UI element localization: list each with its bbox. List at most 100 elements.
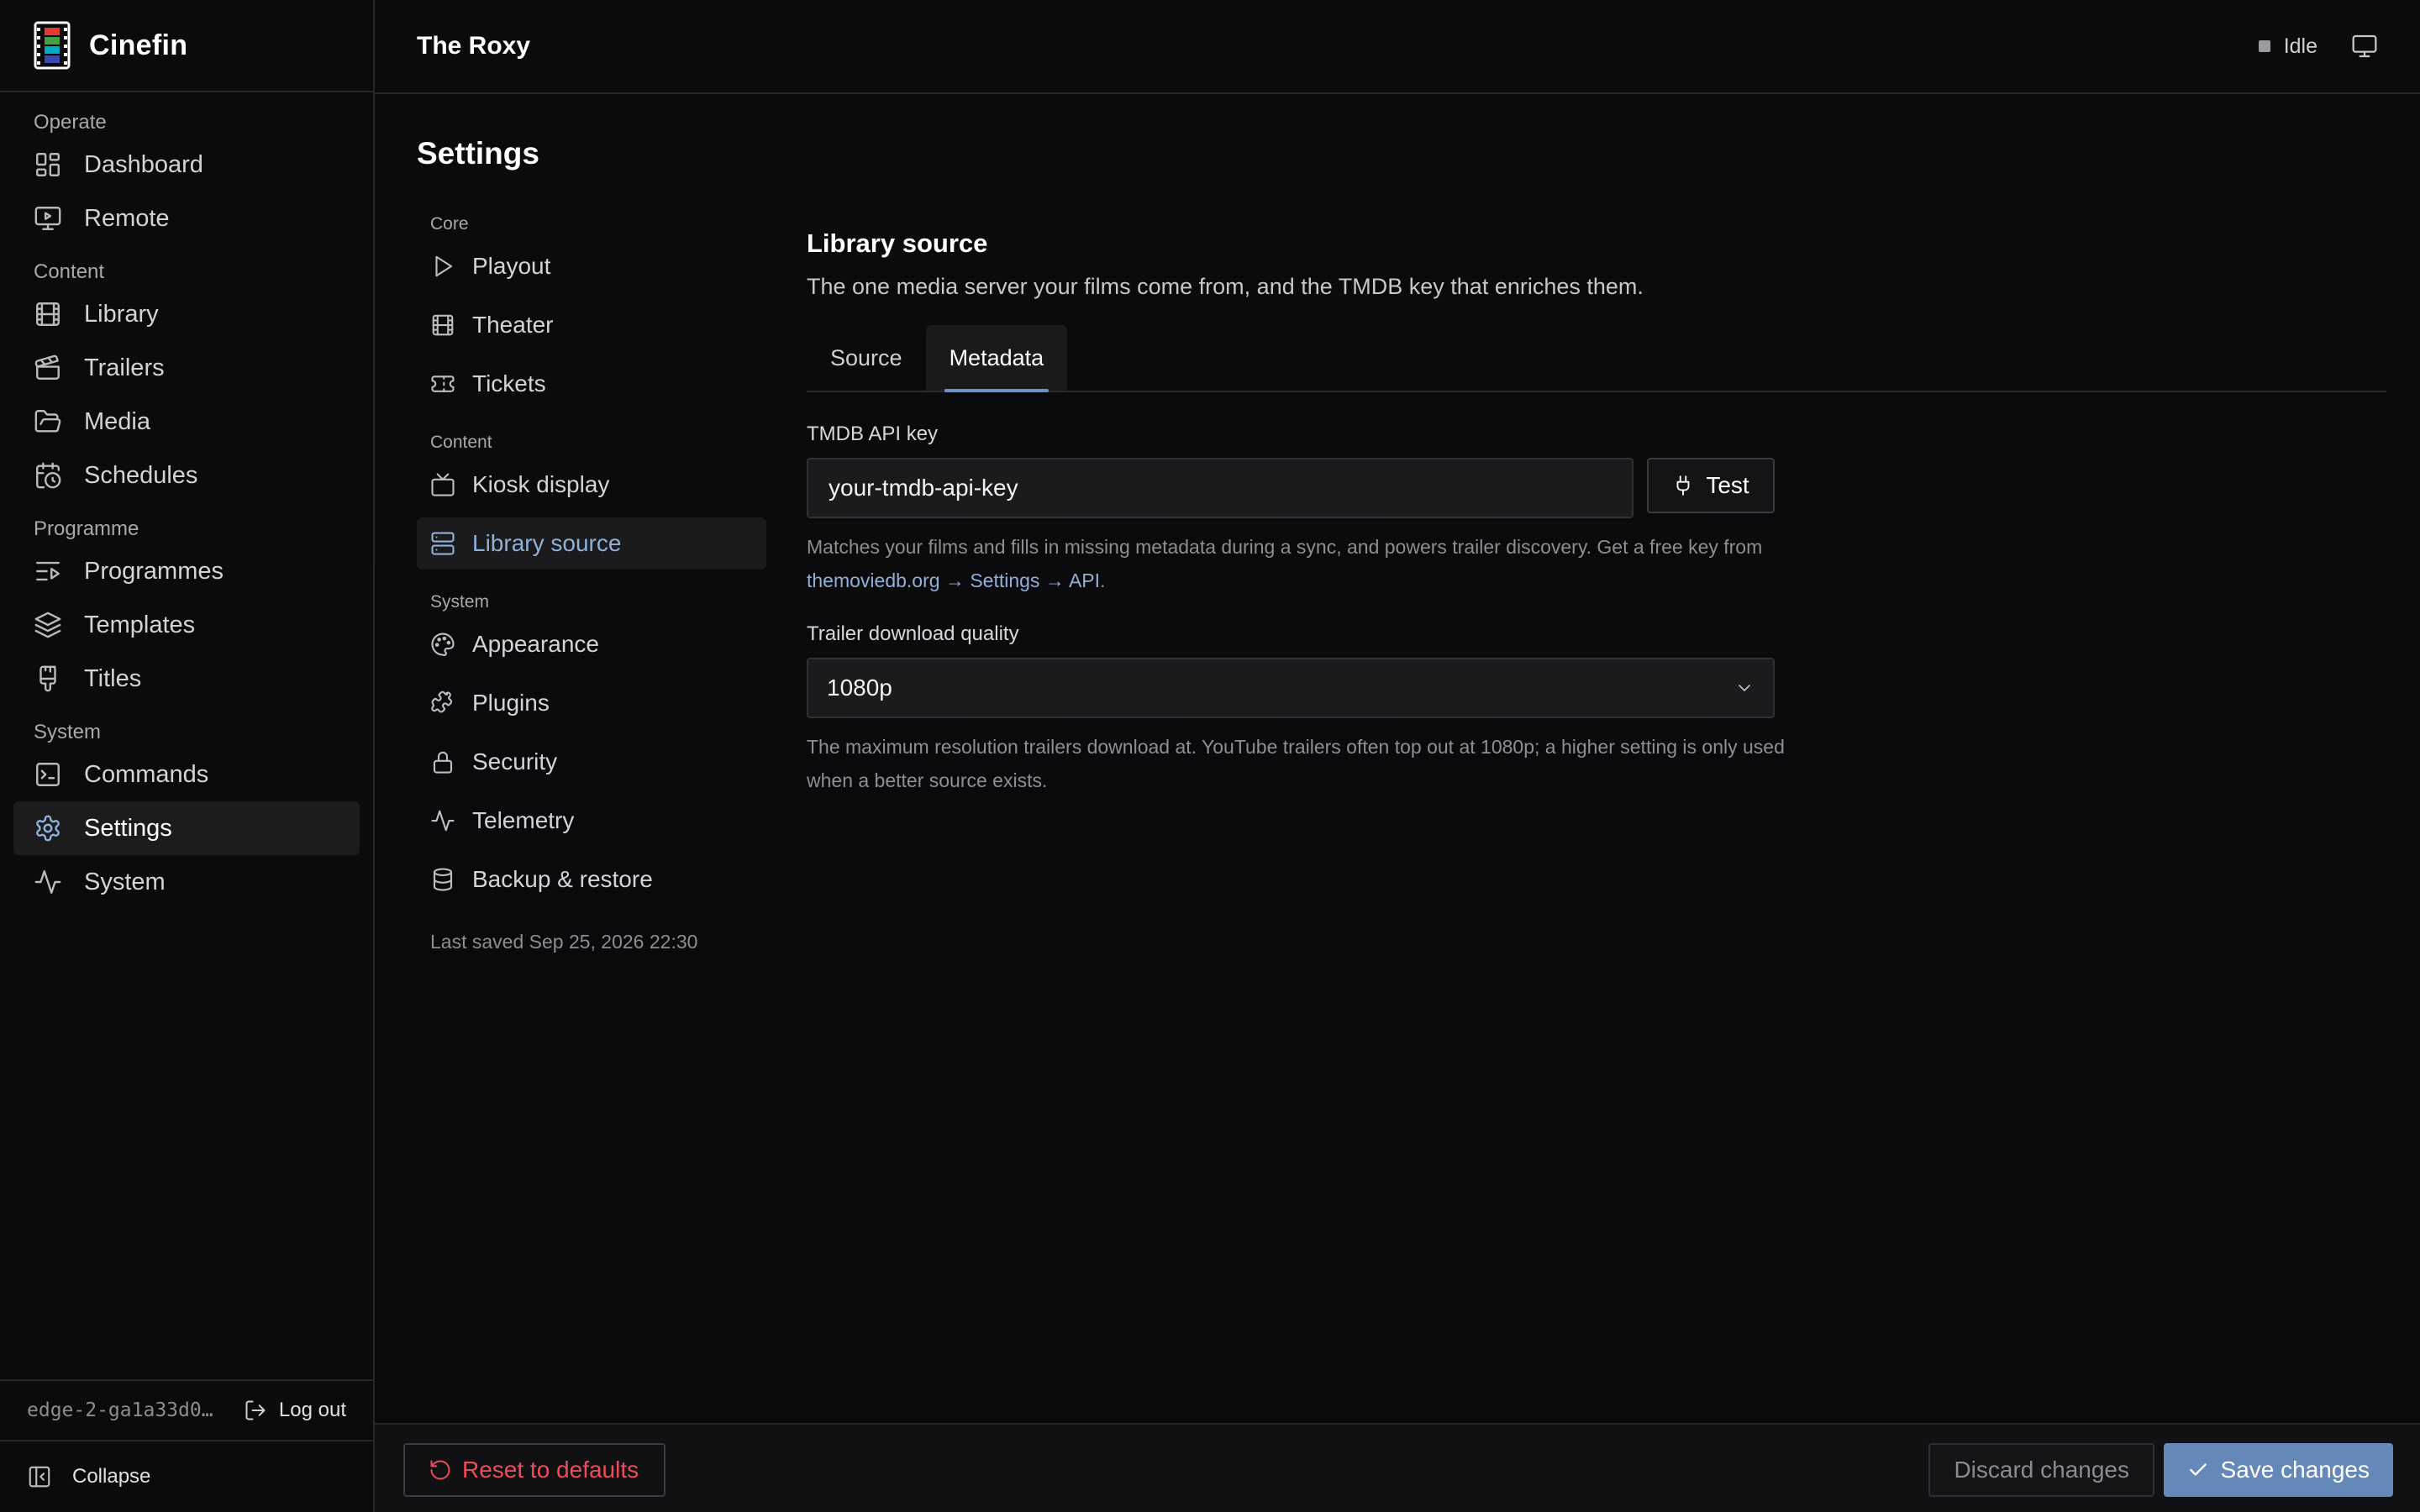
chevron-down-icon: [1734, 678, 1754, 698]
settings-item-label: Kiosk display: [472, 471, 610, 497]
logout-label: Log out: [278, 1399, 346, 1421]
user-row: edge-2-ga1a33d0… Log out: [0, 1379, 373, 1440]
settings-item-theater[interactable]: Theater: [417, 299, 766, 351]
last-saved: Last saved Sep 25, 2026 22:30: [430, 931, 698, 953]
settings-item-appearance[interactable]: Appearance: [417, 618, 766, 670]
collapse-label: Collapse: [72, 1465, 151, 1488]
sidebar-item-label: Remote: [84, 204, 170, 232]
settings-item-security[interactable]: Security: [417, 736, 766, 788]
sidebar-item-commands[interactable]: Commands: [13, 748, 360, 801]
sidebar-item-trailers[interactable]: Trailers: [13, 341, 360, 395]
palette-icon: [430, 632, 455, 657]
sidebar-item-label: Programmes: [84, 557, 224, 585]
layers-icon: [34, 611, 62, 639]
sidebar-item-media[interactable]: Media: [13, 395, 360, 449]
terminal-icon: [34, 760, 62, 789]
tmdb-key-input[interactable]: [807, 458, 1634, 518]
settings-item-tickets[interactable]: Tickets: [417, 358, 766, 410]
server-icon: [430, 531, 455, 556]
nav-section-operate: Operate: [34, 111, 107, 134]
sidebar-item-titles[interactable]: Titles: [13, 652, 360, 706]
trailer-quality-value: 1080p: [827, 675, 892, 701]
puzzle-icon: [430, 690, 455, 716]
sidebar-item-label: Dashboard: [84, 150, 203, 178]
trailer-quality-label: Trailer download quality: [807, 622, 1019, 645]
sidebar-item-label: Commands: [84, 760, 209, 788]
sidebar-item-label: Media: [84, 407, 150, 435]
cinefin-logo: [34, 21, 71, 70]
settings-item-label: Appearance: [472, 631, 600, 657]
tmdb-help-suffix: .: [1100, 570, 1106, 591]
action-bar: Reset to defaults Discard changes Save c…: [375, 1423, 2420, 1512]
settings-item-label: Theater: [472, 312, 554, 338]
settings-section-content: Content: [430, 433, 492, 452]
sidebar-item-label: Schedules: [84, 461, 198, 489]
settings-item-label: Playout: [472, 253, 551, 279]
list-play-icon: [34, 557, 62, 585]
folder-icon: [34, 407, 62, 436]
status-indicator: [2258, 40, 2270, 52]
settings-item-playout[interactable]: Playout: [417, 240, 766, 292]
rotate-ccw-icon: [429, 1458, 452, 1482]
play-icon: [430, 254, 455, 279]
sidebar-item-schedules[interactable]: Schedules: [13, 449, 360, 502]
nav-section-content: Content: [34, 260, 105, 283]
clapperboard-icon: [34, 354, 62, 382]
settings-item-kiosk-display[interactable]: Kiosk display: [417, 459, 766, 511]
settings-item-backup-restore[interactable]: Backup & restore: [417, 853, 766, 906]
settings-item-library-source[interactable]: Library source: [417, 517, 766, 570]
activity-icon: [34, 868, 62, 896]
settings-section-core: Core: [430, 214, 469, 234]
display-button[interactable]: [2351, 33, 2378, 60]
save-changes-button[interactable]: Save changes: [2163, 1443, 2393, 1497]
tab-metadata[interactable]: Metadata: [925, 325, 1068, 392]
settings-item-plugins[interactable]: Plugins: [417, 677, 766, 729]
settings-item-label: Plugins: [472, 690, 550, 716]
remote-icon: [34, 204, 62, 233]
sidebar-item-remote[interactable]: Remote: [13, 192, 360, 245]
brush-icon: [34, 664, 62, 693]
settings-item-telemetry[interactable]: Telemetry: [417, 795, 766, 847]
page-title: Settings: [417, 136, 539, 171]
collapse-button[interactable]: Collapse: [0, 1440, 373, 1512]
nav-section-programme: Programme: [34, 517, 139, 540]
tv-icon: [430, 472, 455, 497]
activity-icon: [430, 808, 455, 833]
app-name: Cinefin: [89, 29, 188, 61]
sidebar-item-settings[interactable]: Settings: [13, 801, 360, 855]
sidebar-item-label: Settings: [84, 814, 172, 842]
sidebar-item-label: Titles: [84, 664, 142, 692]
user-name: edge-2-ga1a33d0…: [27, 1399, 213, 1421]
sidebar-item-label: Trailers: [84, 354, 165, 381]
test-label: Test: [1706, 472, 1749, 498]
sidebar-item-library[interactable]: Library: [13, 287, 360, 341]
settings-item-label: Backup & restore: [472, 866, 653, 892]
tmdb-settings-link[interactable]: themoviedb.org → Settings → API: [807, 570, 1100, 591]
test-button[interactable]: Test: [1647, 458, 1775, 513]
library-source-panel: Library source The one media server your…: [807, 208, 2386, 797]
section-description: The one media server your films come fro…: [807, 274, 1644, 299]
brand[interactable]: Cinefin: [0, 0, 373, 92]
top-bar: The Roxy Idle: [375, 0, 2420, 94]
tab-source[interactable]: Source: [807, 325, 926, 391]
sidebar-item-dashboard[interactable]: Dashboard: [13, 138, 360, 192]
sidebar-item-templates[interactable]: Templates: [13, 598, 360, 652]
reset-to-defaults-button[interactable]: Reset to defaults: [403, 1443, 666, 1497]
status-text: Idle: [2283, 34, 2317, 58]
sidebar-footer: edge-2-ga1a33d0… Log out Collapse: [0, 1379, 373, 1512]
dashboard-icon: [34, 150, 62, 179]
playout-status: Idle: [2258, 34, 2317, 59]
sidebar-item-programmes[interactable]: Programmes: [13, 544, 360, 598]
settings-item-label: Telemetry: [472, 807, 575, 833]
discard-changes-button[interactable]: Discard changes: [1928, 1443, 2154, 1497]
settings-item-label: Library source: [472, 530, 622, 556]
sidebar-item-label: Templates: [84, 611, 196, 638]
nav-section-system: System: [34, 721, 102, 743]
monitor-icon: [2351, 33, 2378, 60]
tmdb-help-prefix: Matches your films and fills in missing …: [807, 536, 1763, 558]
calendar-clock-icon: [34, 461, 62, 490]
trailer-quality-select[interactable]: 1080p: [807, 658, 1775, 718]
logout-button[interactable]: Log out: [244, 1399, 346, 1422]
sidebar-item-system[interactable]: System: [13, 855, 360, 909]
tab-bar: Source Metadata: [807, 323, 2386, 392]
